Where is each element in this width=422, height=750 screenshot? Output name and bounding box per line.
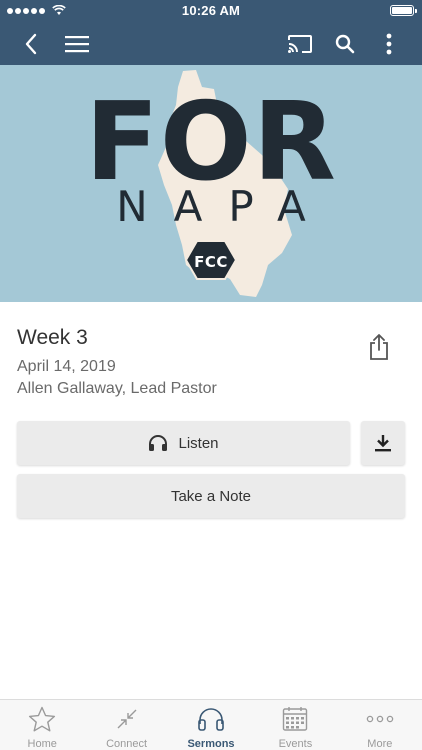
star-icon xyxy=(29,706,56,732)
sermon-info: Week 3 April 14, 2019 Allen Gallaway, Le… xyxy=(17,326,347,400)
tab-connect-label: Connect xyxy=(106,738,148,750)
cast-icon xyxy=(288,34,312,53)
tab-connect[interactable]: Connect xyxy=(84,700,168,750)
dots-icon xyxy=(366,715,394,723)
listen-button[interactable]: Listen xyxy=(17,421,350,465)
calendar-icon xyxy=(283,707,308,731)
tab-sermons[interactable]: Sermons xyxy=(169,700,253,750)
sermon-date: April 14, 2019 xyxy=(17,358,116,375)
nav-bar xyxy=(0,22,422,65)
back-button[interactable] xyxy=(13,22,49,65)
tab-home-label: Home xyxy=(27,738,57,750)
tab-events-label: Events xyxy=(278,738,313,750)
fcc-logo-text: FCC xyxy=(194,253,228,271)
hero-title: FOR xyxy=(85,80,337,205)
headphones-icon xyxy=(198,708,224,731)
tab-bar: Home Connect Sermons Events More xyxy=(0,699,422,750)
more-vertical-icon xyxy=(386,33,392,54)
tab-home[interactable]: Home xyxy=(0,700,84,750)
take-note-button[interactable]: Take a Note xyxy=(17,474,405,518)
tab-sermons-label: Sermons xyxy=(187,738,235,750)
search-button[interactable] xyxy=(327,22,363,65)
tab-more[interactable]: More xyxy=(338,700,422,750)
share-button[interactable] xyxy=(364,330,394,364)
more-options-button[interactable] xyxy=(371,22,407,65)
cast-button[interactable] xyxy=(282,22,318,65)
take-note-label: Take a Note xyxy=(170,487,252,505)
sermon-artwork: FOR NAPA FCC xyxy=(0,65,422,302)
sermon-title: Week 3 xyxy=(17,326,88,349)
download-button[interactable] xyxy=(361,421,405,465)
search-icon xyxy=(335,34,355,53)
hero-subtitle: NAPA xyxy=(116,182,332,231)
hamburger-menu-icon xyxy=(65,35,89,52)
tab-more-label: More xyxy=(367,738,393,750)
status-bar: 10:26 AM xyxy=(0,0,422,22)
connect-icon xyxy=(117,709,137,729)
back-arrow-icon xyxy=(25,33,37,54)
listen-label: Listen xyxy=(178,434,219,452)
share-icon xyxy=(370,334,388,360)
download-icon xyxy=(375,435,391,452)
tab-events[interactable]: Events xyxy=(253,700,337,750)
sermon-speaker: Allen Gallaway, Lead Pastor xyxy=(17,380,217,397)
battery-icon xyxy=(390,5,417,16)
headphones-icon xyxy=(149,435,168,451)
status-time: 10:26 AM xyxy=(181,3,241,18)
menu-button[interactable] xyxy=(59,22,95,65)
